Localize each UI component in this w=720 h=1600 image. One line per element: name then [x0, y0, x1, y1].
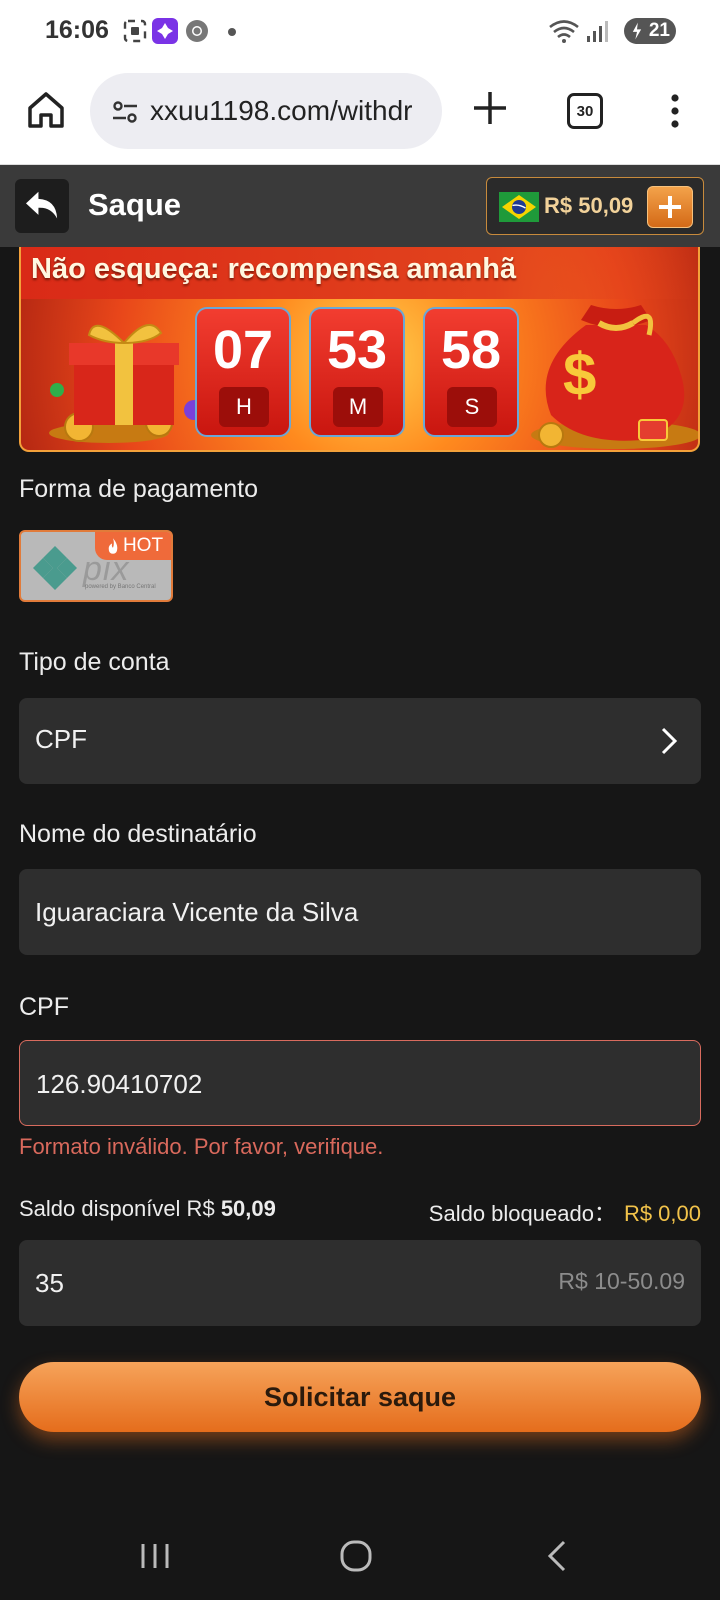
cpf-error-message: Formato inválido. Por favor, verifique. — [19, 1134, 384, 1159]
hot-badge-label: HOT — [122, 535, 164, 556]
home-nav-icon[interactable] — [332, 1532, 380, 1580]
locked-balance-value: R$ 0,00 — [623, 1201, 701, 1226]
battery-level: 21 — [648, 20, 670, 41]
address-bar[interactable]: xxuu1198.com/withdr — [90, 73, 442, 149]
recipient-name-field[interactable] — [19, 869, 701, 955]
countdown-minutes-unit: M — [333, 387, 383, 427]
recipient-name-input[interactable] — [35, 893, 515, 931]
signal-icon — [587, 21, 608, 42]
money-bag-icon: $ — [531, 305, 698, 449]
balance-display: R$ 50,09 — [486, 177, 704, 235]
cpf-field[interactable] — [19, 1040, 701, 1126]
app-header: Saque R$ 50,09 — [0, 165, 720, 247]
hot-badge: HOT — [95, 532, 171, 560]
amount-field[interactable]: R$ 10-50.09 — [19, 1240, 701, 1326]
svg-text:$: $ — [563, 341, 596, 408]
brazil-flag-icon — [499, 192, 539, 222]
account-type-label: Tipo de conta — [19, 648, 170, 676]
new-tab-plus-icon[interactable] — [470, 88, 510, 128]
page-title: Saque — [88, 187, 182, 222]
countdown-hours-unit: H — [219, 387, 269, 427]
countdown-seconds-value: 58 — [440, 320, 502, 380]
back-nav-icon[interactable] — [534, 1532, 582, 1580]
tab-switcher-button[interactable]: 30 — [567, 93, 603, 129]
countdown-hours-value: 07 — [212, 320, 274, 380]
available-balance: Saldo disponível R$ 50,09 — [19, 1196, 276, 1222]
chrome-icon — [186, 20, 208, 42]
browser-toolbar: xxuu1198.com/withdr 30 — [0, 64, 720, 165]
countdown-minutes-value: 53 — [326, 320, 388, 380]
account-type-value: CPF — [35, 724, 87, 754]
screenshot-icon — [123, 19, 147, 43]
deposit-add-button[interactable] — [647, 186, 693, 228]
plus-icon — [659, 196, 681, 218]
system-nav-bar — [0, 1510, 720, 1600]
locked-balance-label: Saldo bloqueado： — [428, 1201, 616, 1226]
recipient-name-label: Nome do destinatário — [19, 820, 257, 848]
status-bar: 16:06 21 — [0, 0, 720, 64]
payment-method-label: Forma de pagamento — [19, 475, 259, 503]
status-time: 16:06 — [45, 16, 109, 44]
battery-charging-icon: 21 — [624, 18, 676, 44]
countdown-seconds-unit: S — [447, 387, 497, 427]
cpf-input[interactable] — [36, 1065, 516, 1103]
url-text: xxuu1198.com/withdr — [150, 95, 413, 126]
available-balance-value: 50,09 — [220, 1196, 276, 1221]
countdown-hours: 07 H — [195, 307, 291, 437]
notification-dot — [228, 28, 236, 36]
gift-box-icon — [49, 324, 204, 443]
pix-logo-icon — [33, 546, 77, 590]
back-button[interactable] — [15, 179, 69, 233]
reward-countdown-banner[interactable]: Não esqueça: recompensa amanhã $ 07 H 53… — [19, 247, 700, 452]
amount-input[interactable] — [35, 1264, 335, 1302]
account-type-select[interactable]: CPF — [19, 698, 701, 784]
payment-option-pix[interactable]: pix powered by Banco Central HOT — [19, 530, 173, 602]
home-icon[interactable] — [24, 88, 68, 132]
cpf-label: CPF — [19, 993, 69, 1021]
locked-balance: Saldo bloqueado： R$ 0,00 — [429, 1196, 701, 1228]
charging-bolt-icon — [632, 22, 642, 40]
pix-subtext: powered by Banco Central — [85, 584, 156, 590]
balance-amount: R$ 50,09 — [544, 193, 634, 218]
chevron-right-icon — [661, 727, 678, 755]
banner-headline: Não esqueça: recompensa amanhã — [31, 253, 517, 285]
available-balance-label: Saldo disponível R$ — [19, 1196, 215, 1221]
back-arrow-icon — [26, 191, 58, 219]
recent-apps-icon[interactable] — [131, 1532, 179, 1580]
wifi-icon — [549, 20, 579, 43]
request-withdrawal-button[interactable]: Solicitar saque — [19, 1362, 701, 1432]
flame-icon — [108, 538, 118, 554]
more-vert-icon[interactable] — [660, 92, 690, 130]
balance-info-row: Saldo disponível R$ 50,09 Saldo bloquead… — [19, 1196, 701, 1226]
countdown-minutes: 53 M — [309, 307, 405, 437]
amount-range-hint: R$ 10-50.09 — [558, 1268, 685, 1294]
site-settings-icon[interactable] — [110, 97, 140, 127]
countdown-seconds: 58 S — [423, 307, 519, 437]
game-app-icon — [152, 18, 178, 44]
